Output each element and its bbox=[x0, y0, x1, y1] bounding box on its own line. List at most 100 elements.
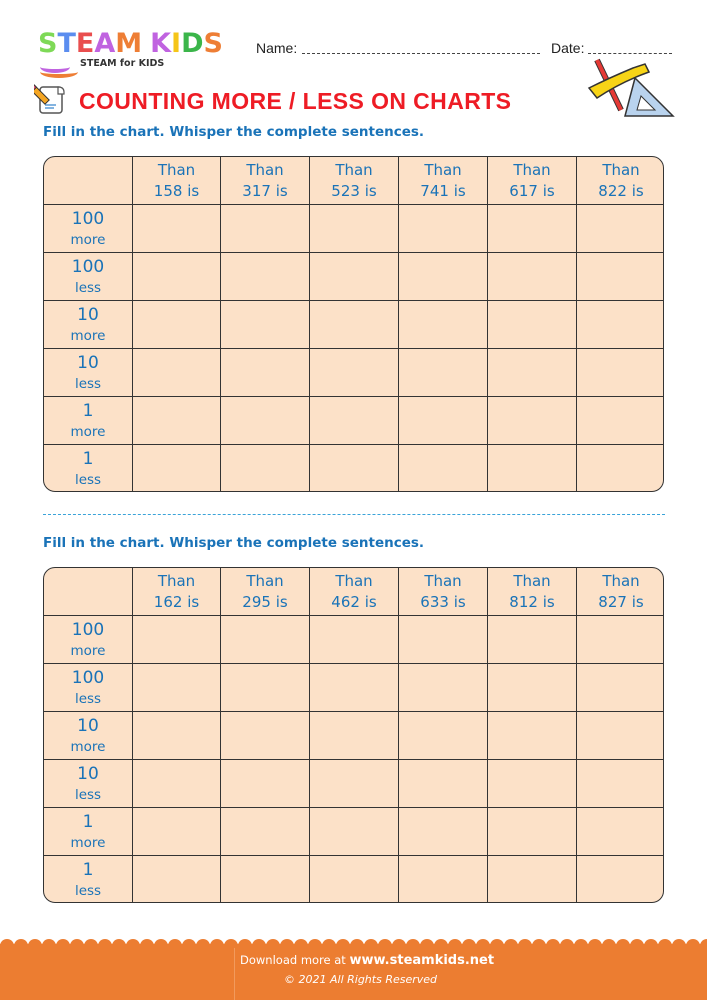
answer-cell[interactable] bbox=[310, 856, 399, 902]
answer-cell[interactable] bbox=[488, 445, 577, 491]
answer-cell[interactable] bbox=[221, 712, 310, 760]
answer-cell[interactable] bbox=[577, 349, 663, 397]
column-header: Than 162 is bbox=[133, 568, 221, 616]
copyright-text: © 2021 All Rights Reserved bbox=[284, 973, 438, 986]
answer-cell[interactable] bbox=[488, 616, 577, 664]
answer-cell[interactable] bbox=[221, 664, 310, 712]
answer-cell[interactable] bbox=[310, 205, 399, 253]
answer-cell[interactable] bbox=[399, 808, 488, 856]
answer-cell[interactable] bbox=[488, 253, 577, 301]
answer-cell[interactable] bbox=[310, 808, 399, 856]
row-label-direction: more bbox=[70, 738, 106, 755]
column-header-number: 158 is bbox=[153, 181, 200, 200]
answer-cell[interactable] bbox=[133, 808, 221, 856]
answer-cell[interactable] bbox=[488, 301, 577, 349]
logo-letter: M bbox=[115, 28, 143, 59]
answer-cell[interactable] bbox=[310, 253, 399, 301]
answer-cell[interactable] bbox=[310, 664, 399, 712]
row-label-direction: more bbox=[70, 327, 106, 344]
answer-cell[interactable] bbox=[133, 349, 221, 397]
answer-cell[interactable] bbox=[488, 397, 577, 445]
answer-cell[interactable] bbox=[133, 712, 221, 760]
ruler-pencil-set-square-icon bbox=[585, 58, 680, 120]
answer-cell[interactable] bbox=[310, 616, 399, 664]
answer-cell[interactable] bbox=[221, 808, 310, 856]
column-header: Than 317 is bbox=[221, 157, 310, 205]
answer-cell[interactable] bbox=[399, 760, 488, 808]
answer-cell[interactable] bbox=[399, 301, 488, 349]
answer-cell[interactable] bbox=[221, 349, 310, 397]
answer-cell[interactable] bbox=[577, 856, 663, 902]
row-label-amount: 10 bbox=[77, 304, 99, 325]
answer-cell[interactable] bbox=[577, 664, 663, 712]
answer-cell[interactable] bbox=[399, 616, 488, 664]
answer-cell[interactable] bbox=[488, 808, 577, 856]
answer-cell[interactable] bbox=[133, 397, 221, 445]
answer-cell[interactable] bbox=[221, 301, 310, 349]
answer-cell[interactable] bbox=[577, 445, 663, 491]
answer-cell[interactable] bbox=[221, 253, 310, 301]
answer-cell[interactable] bbox=[577, 205, 663, 253]
logo-letter: A bbox=[94, 28, 116, 59]
answer-cell[interactable] bbox=[399, 856, 488, 902]
answer-cell[interactable] bbox=[399, 349, 488, 397]
column-header-line1: Than bbox=[513, 571, 551, 590]
row-label-amount: 10 bbox=[77, 715, 99, 736]
answer-cell[interactable] bbox=[577, 397, 663, 445]
answer-cell[interactable] bbox=[399, 712, 488, 760]
answer-cell[interactable] bbox=[133, 253, 221, 301]
answer-cell[interactable] bbox=[399, 445, 488, 491]
answer-cell[interactable] bbox=[310, 712, 399, 760]
answer-cell[interactable] bbox=[399, 397, 488, 445]
name-field[interactable] bbox=[302, 53, 540, 54]
column-header: Than 158 is bbox=[133, 157, 221, 205]
answer-cell[interactable] bbox=[399, 253, 488, 301]
row-label: 10 less bbox=[44, 349, 133, 397]
answer-cell[interactable] bbox=[221, 760, 310, 808]
answer-cell[interactable] bbox=[488, 760, 577, 808]
answer-cell[interactable] bbox=[577, 808, 663, 856]
answer-cell[interactable] bbox=[133, 205, 221, 253]
answer-cell[interactable] bbox=[133, 301, 221, 349]
row-label-amount: 100 bbox=[71, 667, 105, 688]
answer-cell[interactable] bbox=[488, 856, 577, 902]
answer-cell[interactable] bbox=[310, 445, 399, 491]
column-header-line1: Than bbox=[157, 571, 196, 590]
answer-cell[interactable] bbox=[399, 205, 488, 253]
answer-cell[interactable] bbox=[133, 760, 221, 808]
name-label: Name: bbox=[256, 40, 298, 56]
answer-cell[interactable] bbox=[488, 664, 577, 712]
answer-cell[interactable] bbox=[310, 349, 399, 397]
logo-letter: I bbox=[171, 28, 182, 59]
answer-cell[interactable] bbox=[488, 205, 577, 253]
answer-cell[interactable] bbox=[221, 445, 310, 491]
answer-cell[interactable] bbox=[310, 760, 399, 808]
answer-cell[interactable] bbox=[310, 397, 399, 445]
answer-cell[interactable] bbox=[221, 397, 310, 445]
answer-cell[interactable] bbox=[577, 253, 663, 301]
answer-cell[interactable] bbox=[221, 205, 310, 253]
answer-cell[interactable] bbox=[133, 616, 221, 664]
column-header: Than 827 is bbox=[577, 568, 663, 616]
answer-cell[interactable] bbox=[133, 664, 221, 712]
steam-kids-logo: STEAM KIDS STEAM for KIDS bbox=[38, 28, 238, 78]
row-label: 100 more bbox=[44, 205, 133, 253]
corner-cell bbox=[44, 157, 133, 205]
date-field[interactable] bbox=[588, 53, 672, 54]
answer-cell[interactable] bbox=[488, 712, 577, 760]
answer-cell[interactable] bbox=[133, 856, 221, 902]
answer-cell[interactable] bbox=[577, 301, 663, 349]
answer-cell[interactable] bbox=[221, 616, 310, 664]
answer-cell[interactable] bbox=[577, 760, 663, 808]
column-header-line1: Than bbox=[602, 160, 640, 179]
website-link[interactable]: www.steamkids.net bbox=[349, 953, 494, 968]
answer-cell[interactable] bbox=[221, 856, 310, 902]
answer-cell[interactable] bbox=[310, 301, 399, 349]
answer-cell[interactable] bbox=[577, 616, 663, 664]
answer-cell[interactable] bbox=[488, 349, 577, 397]
answer-cell[interactable] bbox=[133, 445, 221, 491]
row-label-direction: more bbox=[70, 231, 106, 248]
answer-cell[interactable] bbox=[399, 664, 488, 712]
column-header-number: 617 is bbox=[509, 181, 555, 200]
answer-cell[interactable] bbox=[577, 712, 663, 760]
